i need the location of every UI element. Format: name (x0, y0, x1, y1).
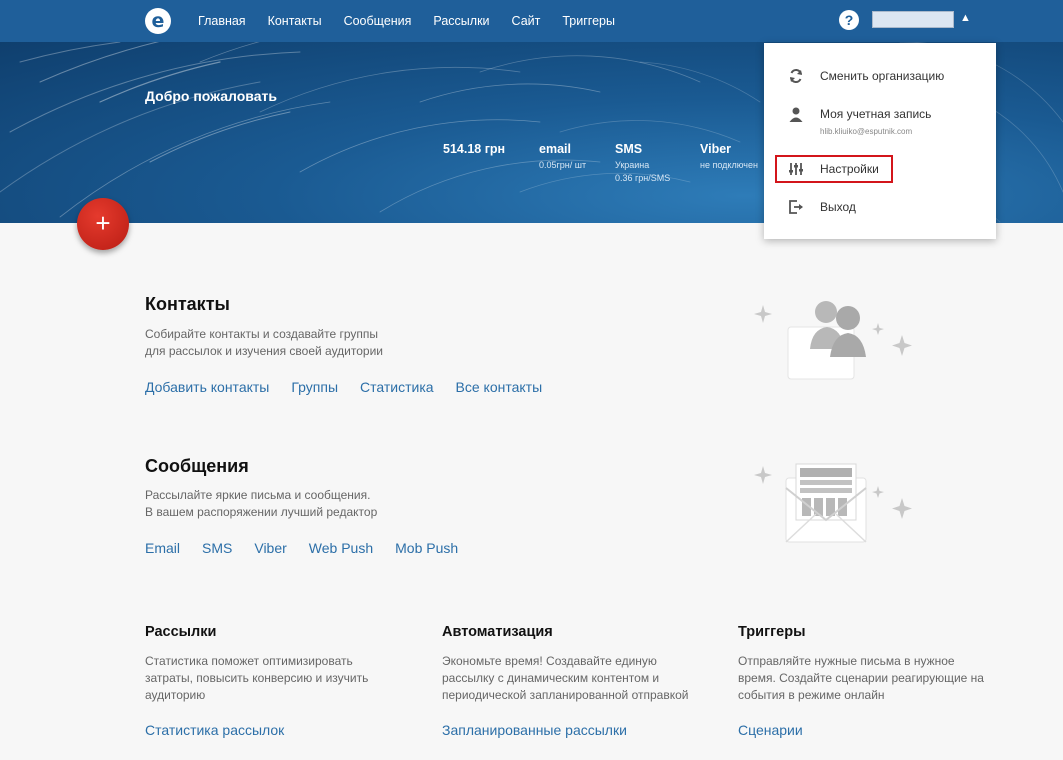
desc-line: время. Создайте сценарии реагирующие на (738, 671, 984, 685)
logout-icon (788, 199, 804, 215)
messages-description: Рассылайте яркие письма и сообщения. В в… (145, 487, 377, 521)
nav-item-contacts[interactable]: Контакты (268, 14, 322, 28)
account-name-box[interactable] (872, 11, 954, 28)
link-sms[interactable]: SMS (202, 540, 232, 556)
link-groups[interactable]: Группы (291, 379, 338, 395)
desc-line: события в режиме онлайн (738, 688, 885, 702)
desc-line: Отправляйте нужные письма в нужное (738, 654, 955, 668)
contacts-description: Собирайте контакты и создавайте группы д… (145, 326, 383, 360)
desc-line: затраты, повысить конверсию и изучить (145, 671, 369, 685)
channel-price: 0.05грн/ шт (539, 160, 587, 170)
menu-item-switch-org[interactable]: Сменить организацию (764, 61, 996, 91)
link-mailing-statistics[interactable]: Статистика рассылок (145, 722, 284, 738)
nav-item-home[interactable]: Главная (198, 14, 246, 28)
balance-value: 514.18 грн (443, 142, 506, 156)
settings-highlight-box (775, 155, 893, 183)
desc-line: Экономьте время! Создавайте единую (442, 654, 657, 668)
automation-description: Экономьте время! Создавайте единую рассы… (442, 653, 702, 704)
link-web-push[interactable]: Web Push (309, 540, 373, 556)
link-email[interactable]: Email (145, 540, 180, 556)
channel-price: 0.36 грн/SMS (615, 173, 671, 183)
link-statistics[interactable]: Статистика (360, 379, 434, 395)
chevron-up-icon[interactable]: ▲ (960, 12, 971, 24)
menu-item-label: Выход (820, 200, 856, 214)
messages-links: Email SMS Viber Web Push Mob Push (145, 540, 480, 556)
desc-line: для рассылок и изучения своей аудитории (145, 344, 383, 358)
link-add-contacts[interactable]: Добавить контакты (145, 379, 269, 395)
help-icon[interactable]: ? (839, 10, 859, 30)
contacts-illustration-icon (754, 301, 912, 380)
account-email: hlib.kliuiko@esputnik.com (820, 127, 913, 136)
nav-item-site[interactable]: Сайт (512, 14, 541, 28)
link-scheduled-mailings[interactable]: Запланированные рассылки (442, 722, 627, 738)
link-viber[interactable]: Viber (254, 540, 286, 556)
nav-item-messages[interactable]: Сообщения (344, 14, 412, 28)
channel-email: email 0.05грн/ шт (539, 142, 586, 172)
esputnik-logo[interactable]: e (145, 8, 171, 34)
mailings-title: Рассылки (145, 624, 217, 640)
channel-name: SMS (615, 142, 643, 156)
nav-item-triggers[interactable]: Триггеры (562, 14, 615, 28)
channel-sms: SMS Украина 0.36 грн/SMS (615, 142, 670, 185)
top-navbar: e Главная Контакты Сообщения Рассылки Са… (0, 0, 1063, 42)
channel-name: email (539, 142, 571, 156)
menu-item-logout[interactable]: Выход (764, 192, 996, 222)
welcome-title: Добро пожаловать (145, 88, 277, 104)
automation-title: Автоматизация (442, 624, 553, 640)
user-icon (788, 106, 804, 122)
channel-country: Украина (615, 160, 650, 170)
triggers-description: Отправляйте нужные письма в нужное время… (738, 653, 998, 704)
contacts-links: Добавить контакты Группы Статистика Все … (145, 379, 564, 395)
desc-line: периодической запланированной отправкой (442, 688, 689, 702)
messages-title: Сообщения (145, 456, 249, 476)
envelope-illustration-icon (754, 463, 912, 543)
sync-icon (788, 68, 804, 84)
mailings-description: Статистика поможет оптимизировать затрат… (145, 653, 405, 704)
channel-name: Viber (700, 142, 732, 156)
desc-line: рассылку с динамическим контентом и (442, 671, 660, 685)
menu-item-label: Моя учетная запись (820, 107, 932, 121)
menu-item-my-account[interactable]: Моя учетная запись hlib.kliuiko@esputnik… (764, 99, 996, 139)
channel-viber: Viber не подключен (700, 142, 758, 172)
link-mob-push[interactable]: Mob Push (395, 540, 458, 556)
logo-letter: e (151, 10, 165, 32)
account-dropdown-menu: Сменить организацию Моя учетная запись h… (764, 43, 996, 239)
contacts-title: Контакты (145, 294, 230, 314)
desc-line: Статистика поможет оптимизировать (145, 654, 353, 668)
link-scenarios[interactable]: Сценарии (738, 722, 803, 738)
desc-line: В вашем распоряжении лучший редактор (145, 505, 378, 519)
menu-item-label: Сменить организацию (820, 69, 945, 83)
link-all-contacts[interactable]: Все контакты (456, 379, 543, 395)
triggers-title: Триггеры (738, 624, 806, 640)
channel-status: не подключен (700, 160, 758, 170)
desc-line: Рассылайте яркие письма и сообщения. (145, 488, 371, 502)
nav-item-mailings[interactable]: Рассылки (433, 14, 489, 28)
main-nav: Главная Контакты Сообщения Рассылки Сайт… (198, 0, 637, 42)
desc-line: аудиторию (145, 688, 206, 702)
balance-stat: 514.18 грн (443, 142, 505, 156)
add-button[interactable]: + (77, 198, 129, 250)
desc-line: Собирайте контакты и создавайте группы (145, 327, 379, 341)
